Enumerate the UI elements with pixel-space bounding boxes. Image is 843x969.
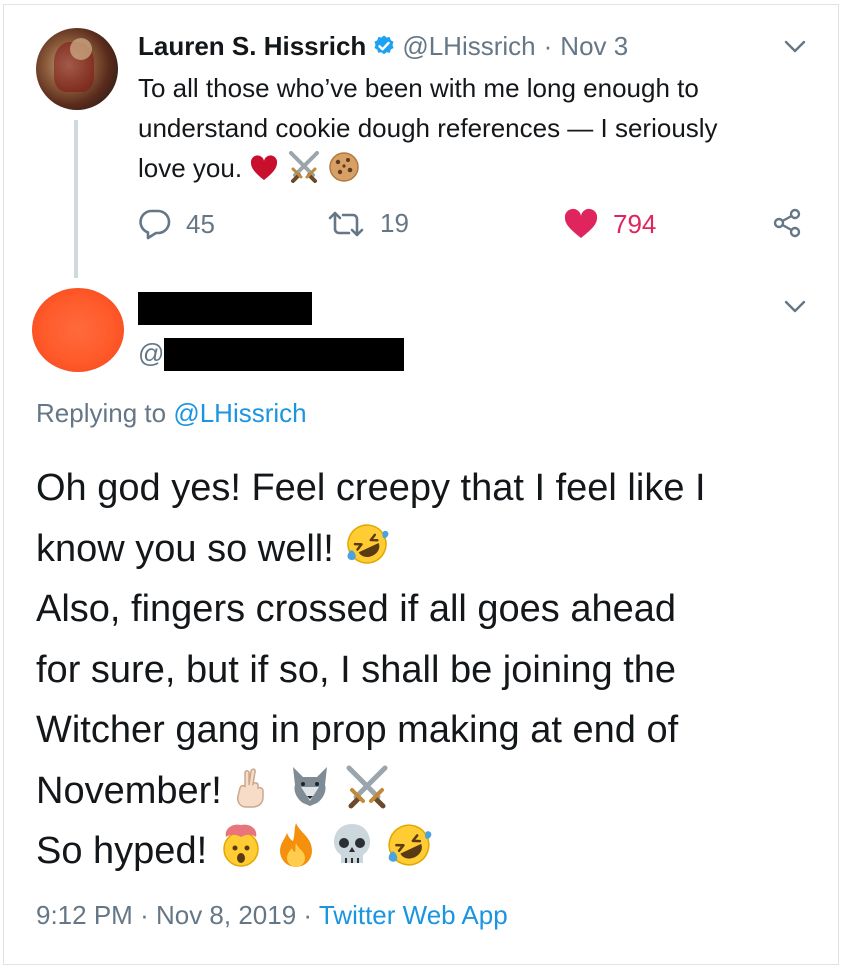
meta-separator: · [303,900,313,930]
verified-badge-icon [374,35,394,55]
parent-text-line-3: love you. [138,153,243,183]
rolling-on-floor-laughing-icon [347,523,389,564]
share-icon [773,208,801,238]
reply-handle-prefix: @ [138,338,165,368]
redacted-display-name [138,292,312,325]
tweet-time[interactable]: 9:12 PM [36,900,133,930]
like-count: 794 [613,208,657,239]
reply-bubble-icon [139,209,171,240]
author-name[interactable]: Lauren S. Hissrich [138,31,366,62]
reply-count: 45 [186,208,215,239]
exploding-head-icon [222,824,259,867]
red-heart-icon [251,155,278,180]
cookie-icon [329,152,359,182]
share-button[interactable] [772,208,816,238]
skull-icon [333,824,370,863]
retweet-button[interactable]: 19 [326,208,409,239]
retweet-icon [328,211,364,236]
header-separator: · [543,30,553,61]
tweet-metadata: 9:12 PM · Nov 8, 2019 · Twitter Web App [36,900,508,931]
fire-icon [280,823,313,867]
chevron-down-icon[interactable] [784,300,806,314]
reply-line-4: for sure, but if so, I shall be joining … [36,648,677,691]
author-handle[interactable]: @LHissrich [402,31,535,62]
replying-to-label: Replying to [36,398,167,428]
reply-line-5: Witcher gang in prop making at end of [36,709,679,751]
crossed-fingers-icon [237,767,265,808]
parent-text-line-1: To all those who’ve been with me long en… [138,73,699,103]
reply-line-2: know you so well! [36,527,334,570]
replying-to-mention[interactable]: @LHissrich [173,398,306,428]
parent-tweet-text: To all those who’ve been with me long en… [138,68,808,188]
tweet-source[interactable]: Twitter Web App [319,900,508,930]
author-avatar[interactable] [36,28,118,110]
crossed-swords-icon [288,151,319,183]
redacted-handle [164,338,404,371]
rolling-on-floor-laughing-icon [388,824,432,866]
reply-line-3: Also, fingers crossed if all goes ahead [36,588,677,630]
reply-tweet-text: Oh god yes! Feel creepy that I feel like… [36,458,826,882]
tweet-actions-bar: 45 19 794 [138,208,808,248]
reply-author-avatar[interactable] [32,288,124,372]
post-date[interactable]: Nov 3 [560,31,628,62]
retweet-count: 19 [380,208,409,238]
reply-line-7-wrap: So hyped! [36,821,826,882]
crossed-swords-icon [346,765,388,808]
heart-icon [564,208,598,238]
reply-line-1: Oh god yes! Feel creepy that I feel like… [36,467,706,509]
parent-tweet-header: Lauren S. Hissrich @LHissrich · Nov 3 [138,28,628,64]
reply-line-7: So hyped! [36,830,208,872]
reply-button[interactable]: 45 [138,208,215,240]
like-button[interactable]: 794 [563,208,656,240]
meta-separator: · [140,900,149,930]
reply-line-2-wrap: know you so well! [36,519,826,580]
replying-to-line: Replying to @LHissrich [36,398,307,429]
wolf-icon [292,766,327,806]
reply-line-6: November! [36,769,222,812]
tweet-date[interactable]: Nov 8, 2019 [156,900,296,930]
chevron-down-icon[interactable] [784,40,806,54]
thread-connector-line [74,120,78,278]
parent-text-line-2: understand cookie dough references — I s… [138,113,718,143]
reply-line-6-wrap: November! [36,761,826,822]
